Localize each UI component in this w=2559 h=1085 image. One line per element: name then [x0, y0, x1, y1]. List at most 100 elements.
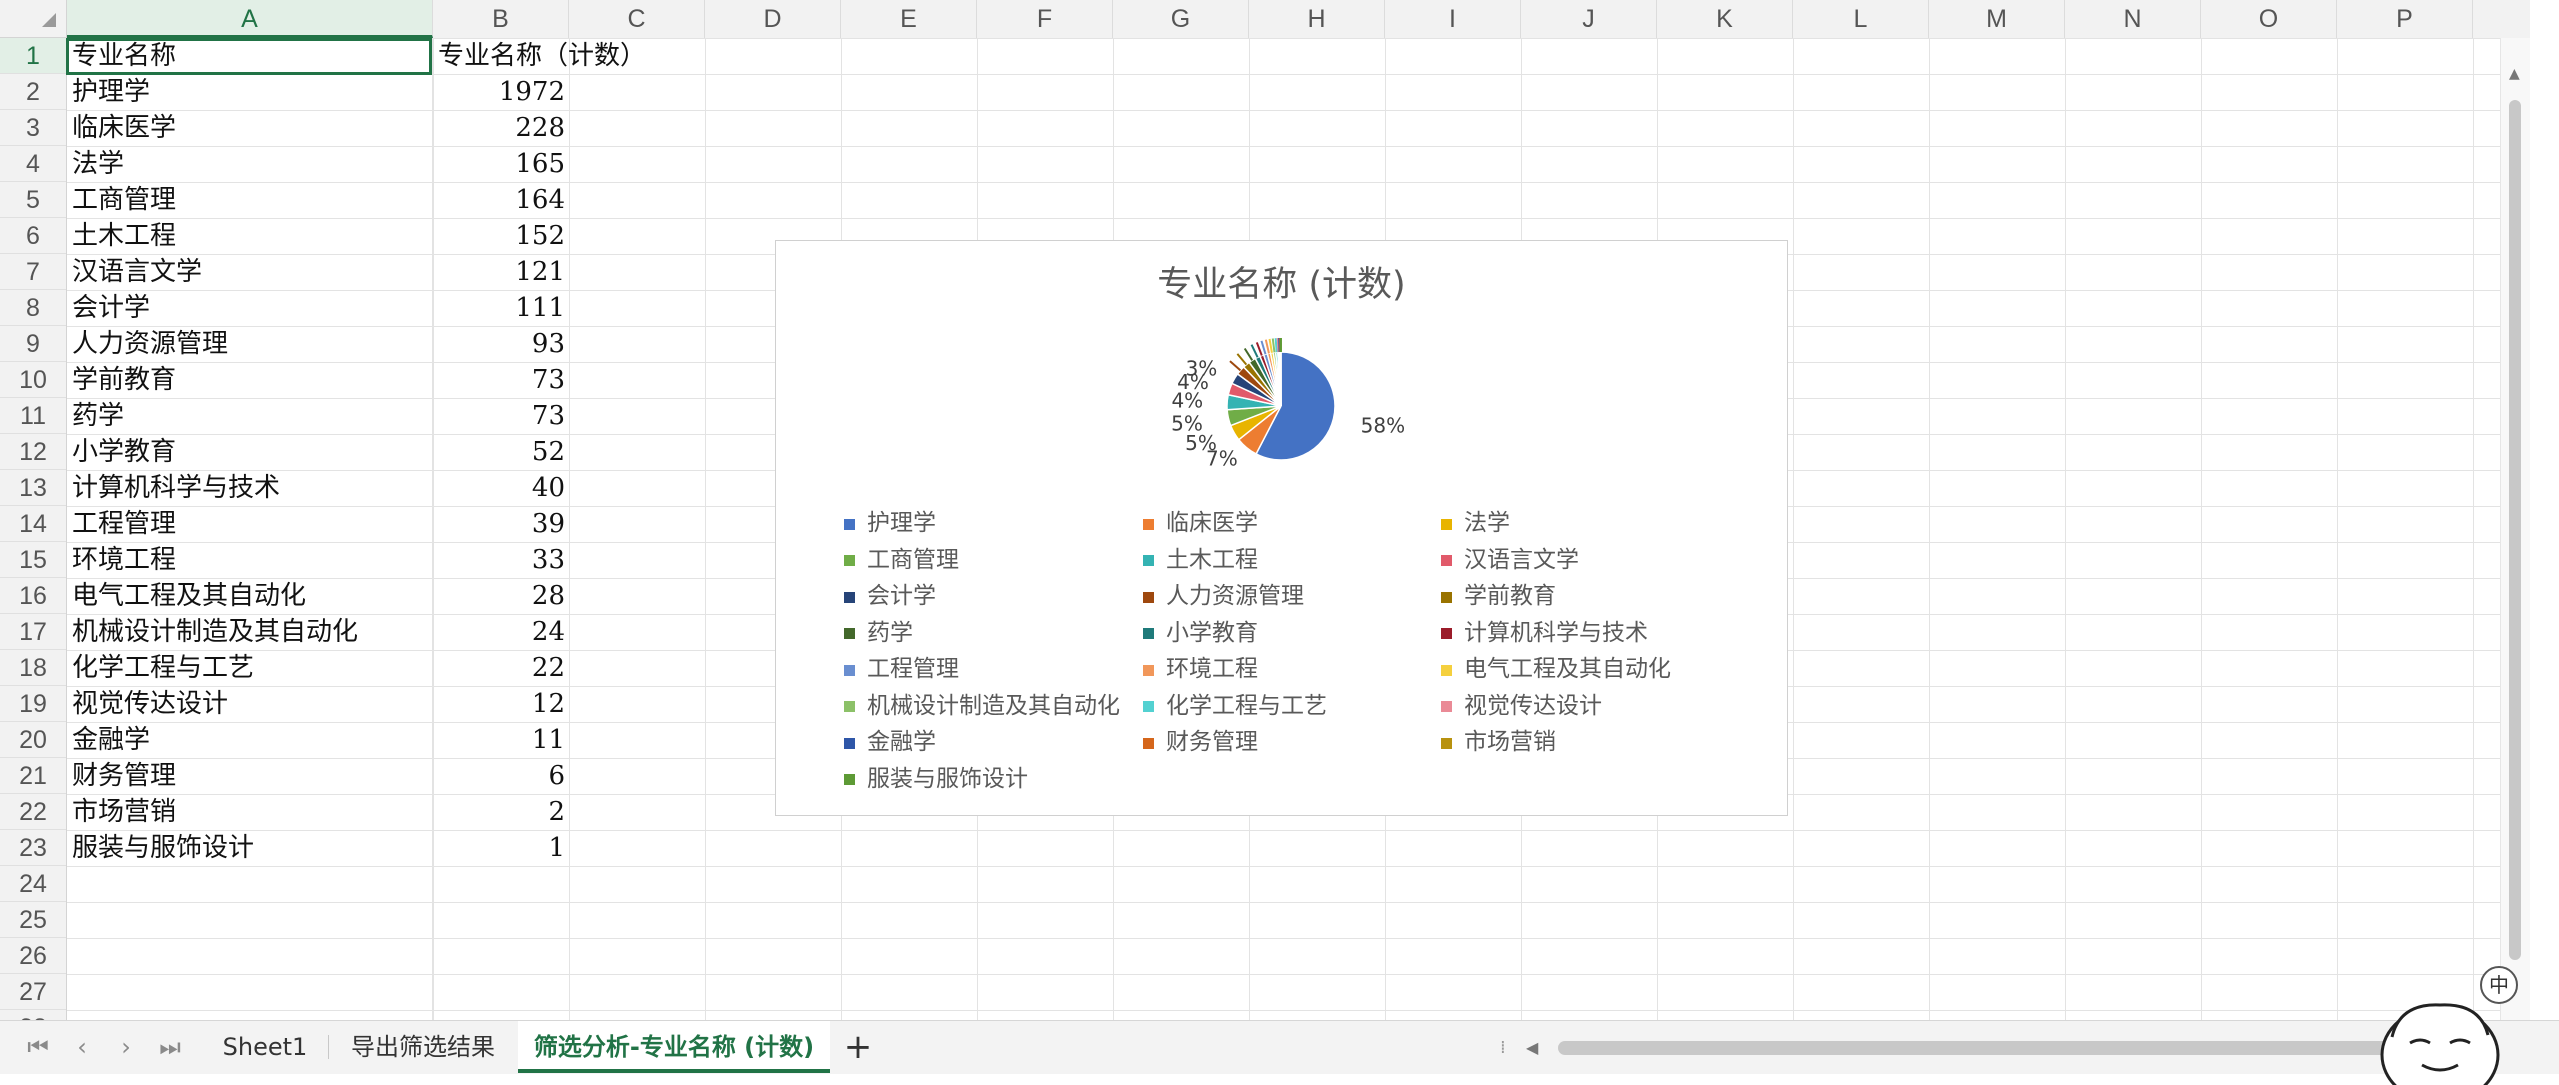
table-row-name[interactable]: 会计学 — [67, 290, 433, 326]
table-row-count[interactable]: 1 — [433, 830, 569, 866]
row-header-26[interactable]: 26 — [0, 938, 66, 974]
table-row-name[interactable]: 法学 — [67, 146, 433, 182]
table-row-name[interactable]: 市场营销 — [67, 794, 433, 830]
column-header-b[interactable]: B — [433, 0, 569, 38]
row-header-11[interactable]: 11 — [0, 398, 66, 434]
vertical-scroll-thumb[interactable] — [2509, 100, 2521, 960]
row-header-21[interactable]: 21 — [0, 758, 66, 794]
table-row-name[interactable]: 工商管理 — [67, 182, 433, 218]
table-row-count[interactable]: 152 — [433, 218, 569, 254]
legend-item[interactable]: 工程管理 — [844, 652, 959, 686]
legend-item[interactable]: 服装与服饰设计 — [844, 762, 1028, 796]
row-header-14[interactable]: 14 — [0, 506, 66, 542]
legend-item[interactable]: 市场营销 — [1441, 725, 1556, 759]
column-header-n[interactable]: N — [2065, 0, 2201, 38]
spreadsheet-area[interactable]: ABCDEFGHIJKLMNOP 12345678910111213141516… — [0, 0, 2530, 1020]
table-row-count[interactable]: 2 — [433, 794, 569, 830]
row-header-8[interactable]: 8 — [0, 290, 66, 326]
table-row-name[interactable]: 电气工程及其自动化 — [67, 578, 433, 614]
table-row-count[interactable]: 6 — [433, 758, 569, 794]
legend-item[interactable]: 护理学 — [844, 506, 936, 540]
row-header-7[interactable]: 7 — [0, 254, 66, 290]
legend-item[interactable]: 电气工程及其自动化 — [1441, 652, 1671, 686]
table-row-count[interactable]: 11 — [433, 722, 569, 758]
row-header-18[interactable]: 18 — [0, 650, 66, 686]
table-row-name[interactable]: 服装与服饰设计 — [67, 830, 433, 866]
row-header-6[interactable]: 6 — [0, 218, 66, 254]
table-row-name[interactable]: 汉语言文学 — [67, 254, 433, 290]
row-header-20[interactable]: 20 — [0, 722, 66, 758]
column-header-e[interactable]: E — [841, 0, 977, 38]
tab-filter-analysis[interactable]: 筛选分析-专业名称 (计数) — [518, 1021, 830, 1073]
row-header-3[interactable]: 3 — [0, 110, 66, 146]
table-row-count[interactable]: 28 — [433, 578, 569, 614]
legend-item[interactable]: 金融学 — [844, 725, 936, 759]
scroll-left-icon[interactable]: ◀ — [1526, 1035, 1538, 1061]
legend-item[interactable]: 环境工程 — [1143, 652, 1258, 686]
vertical-scrollbar[interactable]: ▲ — [2500, 38, 2530, 1020]
table-row-count[interactable]: 40 — [433, 470, 569, 506]
table-row-name[interactable]: 土木工程 — [67, 218, 433, 254]
legend-item[interactable]: 视觉传达设计 — [1441, 689, 1602, 723]
pie-chart[interactable]: 专业名称 (计数) 58%7%5%5%4%4%3% 护理学临床医学法学工商管理土… — [775, 240, 1788, 816]
column-header-j[interactable]: J — [1521, 0, 1657, 38]
table-row-name[interactable]: 财务管理 — [67, 758, 433, 794]
column-header-m[interactable]: M — [1929, 0, 2065, 38]
column-header-o[interactable]: O — [2201, 0, 2337, 38]
select-all-corner[interactable] — [0, 0, 67, 38]
column-header-g[interactable]: G — [1113, 0, 1249, 38]
table-row-name[interactable]: 化学工程与工艺 — [67, 650, 433, 686]
row-header-25[interactable]: 25 — [0, 902, 66, 938]
legend-item[interactable]: 会计学 — [844, 579, 936, 613]
row-header-22[interactable]: 22 — [0, 794, 66, 830]
table-row-name[interactable]: 护理学 — [67, 74, 433, 110]
first-sheet-icon[interactable]: ⏮ — [18, 1029, 58, 1065]
row-header-23[interactable]: 23 — [0, 830, 66, 866]
table-row-count[interactable]: 93 — [433, 326, 569, 362]
add-sheet-button[interactable]: + — [838, 1027, 878, 1067]
column-header-k[interactable]: K — [1657, 0, 1793, 38]
table-row-name[interactable]: 环境工程 — [67, 542, 433, 578]
prev-sheet-icon[interactable]: ‹ — [62, 1029, 102, 1065]
table-row-count[interactable]: 22 — [433, 650, 569, 686]
row-header-27[interactable]: 27 — [0, 974, 66, 1010]
row-header-12[interactable]: 12 — [0, 434, 66, 470]
table-row-name[interactable]: 金融学 — [67, 722, 433, 758]
row-header-9[interactable]: 9 — [0, 326, 66, 362]
column-header-c[interactable]: C — [569, 0, 705, 38]
legend-item[interactable]: 财务管理 — [1143, 725, 1258, 759]
legend-item[interactable]: 学前教育 — [1441, 579, 1556, 613]
legend-item[interactable]: 计算机科学与技术 — [1441, 616, 1648, 650]
tab-export-results[interactable]: 导出筛选结果 — [333, 1021, 513, 1073]
tab-sheet1[interactable]: Sheet1 — [205, 1021, 325, 1073]
row-header-16[interactable]: 16 — [0, 578, 66, 614]
next-sheet-icon[interactable]: › — [106, 1029, 146, 1065]
legend-item[interactable]: 机械设计制造及其自动化 — [844, 689, 1120, 723]
table-row-name[interactable]: 药学 — [67, 398, 433, 434]
column-header-h[interactable]: H — [1249, 0, 1385, 38]
row-header-10[interactable]: 10 — [0, 362, 66, 398]
last-sheet-icon[interactable]: ⏭ — [150, 1029, 190, 1065]
table-row-count[interactable]: 111 — [433, 290, 569, 326]
table-row-name[interactable]: 计算机科学与技术 — [67, 470, 433, 506]
table-row-count[interactable]: 39 — [433, 506, 569, 542]
row-header-24[interactable]: 24 — [0, 866, 66, 902]
column-header-l[interactable]: L — [1793, 0, 1929, 38]
legend-item[interactable]: 法学 — [1441, 506, 1510, 540]
table-row-count[interactable]: 73 — [433, 398, 569, 434]
column-header-f[interactable]: F — [977, 0, 1113, 38]
column-header-d[interactable]: D — [705, 0, 841, 38]
row-header-19[interactable]: 19 — [0, 686, 66, 722]
table-row-name[interactable]: 学前教育 — [67, 362, 433, 398]
table-row-name[interactable]: 人力资源管理 — [67, 326, 433, 362]
table-row-count[interactable]: 164 — [433, 182, 569, 218]
legend-item[interactable]: 人力资源管理 — [1143, 579, 1304, 613]
row-header-28[interactable]: 28 — [0, 1010, 66, 1020]
table-row-name[interactable]: 视觉传达设计 — [67, 686, 433, 722]
row-header-1[interactable]: 1 — [0, 38, 66, 74]
table-row-name[interactable]: 机械设计制造及其自动化 — [67, 614, 433, 650]
row-header-15[interactable]: 15 — [0, 542, 66, 578]
legend-item[interactable]: 汉语言文学 — [1441, 543, 1579, 577]
legend-item[interactable]: 药学 — [844, 616, 913, 650]
column-header-a[interactable]: A — [67, 0, 433, 38]
